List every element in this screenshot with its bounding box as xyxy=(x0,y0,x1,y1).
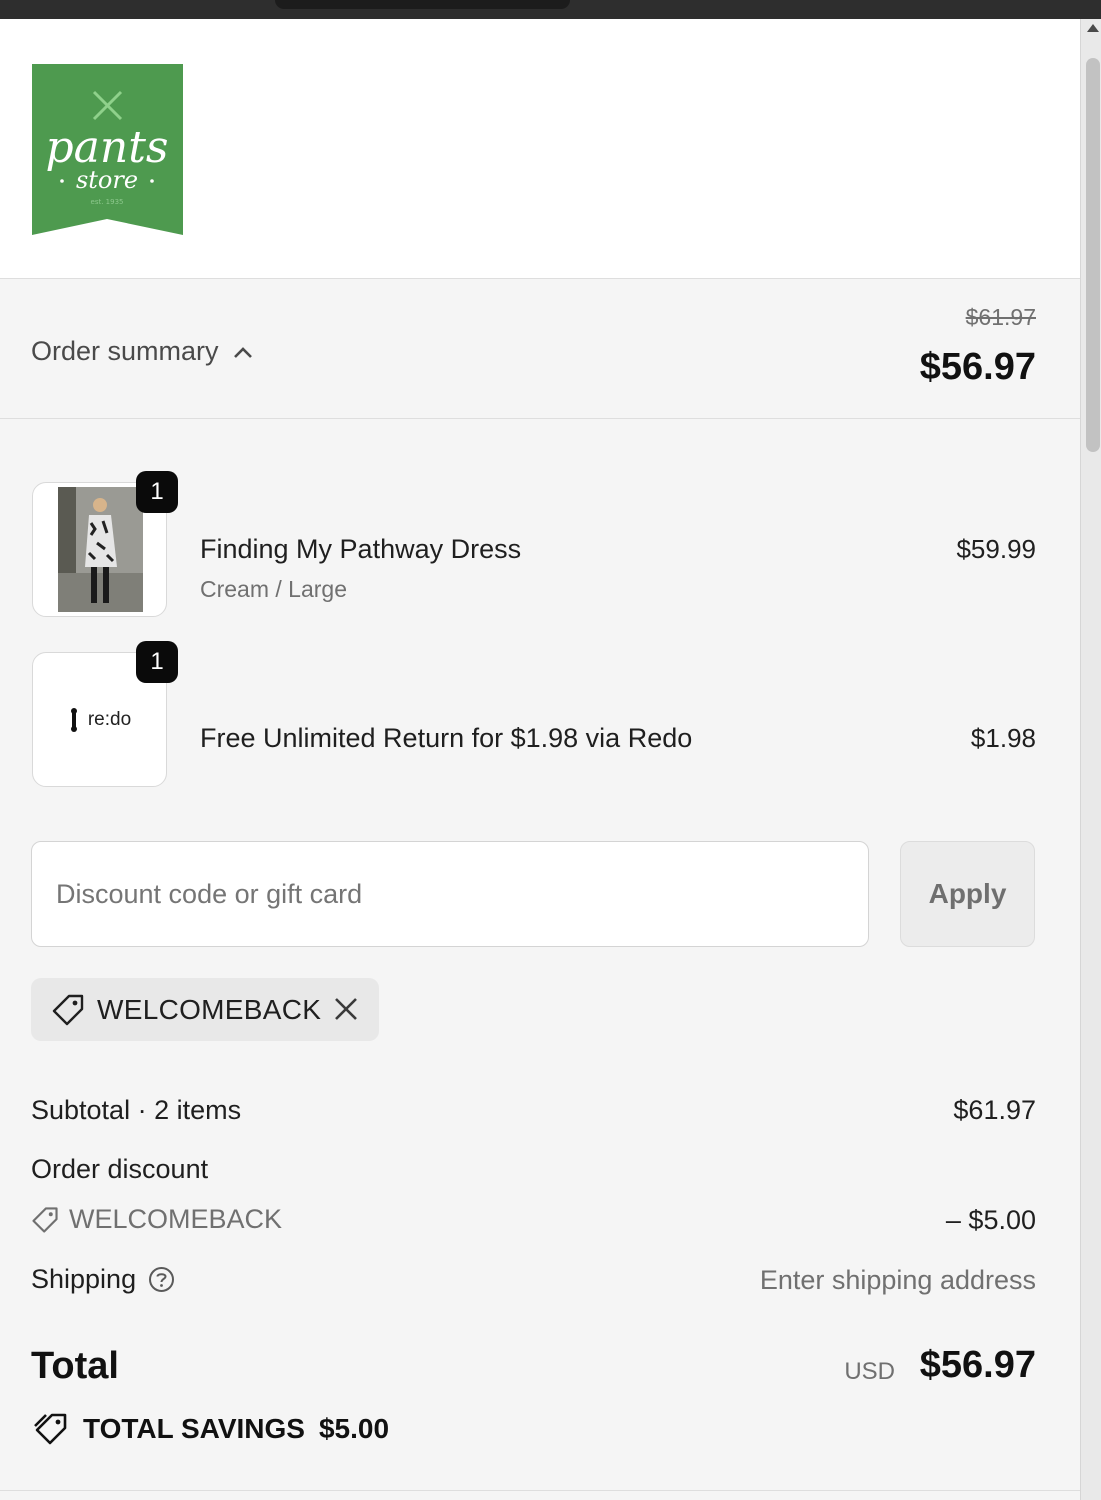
applied-code-text: WELCOMEBACK xyxy=(97,993,322,1025)
apply-discount-button[interactable]: Apply xyxy=(900,841,1035,947)
line-item: re:do 1 Free Unlimited Return for $1.98 … xyxy=(0,641,1080,792)
chevron-up-icon xyxy=(233,346,252,358)
applied-discount-tag: WELCOMEBACK xyxy=(31,978,379,1041)
order-discount-label: Order discount xyxy=(31,1154,209,1184)
total-savings: TOTAL SAVINGS $5.00 xyxy=(31,1412,389,1446)
checkout-page: pants store est. 1935 Order summary $61.… xyxy=(0,19,1080,1500)
subtotal-value: $61.97 xyxy=(953,1095,1036,1125)
redo-logo-text: re:do xyxy=(87,708,132,730)
line-item: 1 Finding My Pathway Dress Cream / Large… xyxy=(0,471,1080,622)
discount-value: – $5.00 xyxy=(945,1205,1036,1235)
discounted-total: $56.97 xyxy=(919,346,1036,388)
shipping-label: Shipping xyxy=(31,1264,137,1294)
scrollbar-thumb[interactable] xyxy=(1086,58,1100,452)
order-summary-bar: Order summary $61.97 $56.97 xyxy=(0,279,1080,419)
currency-code: USD xyxy=(844,1358,895,1385)
shipping-row: Shipping xyxy=(31,1264,175,1295)
tag-icon xyxy=(52,994,84,1025)
order-summary-label: Order summary xyxy=(31,336,219,366)
item-variant: Cream / Large xyxy=(200,576,348,602)
discount-code-label: WELCOMEBACK xyxy=(69,1204,283,1234)
store-logo[interactable]: pants store est. 1935 xyxy=(32,64,183,235)
item-price: $59.99 xyxy=(956,534,1036,564)
scroll-up-arrow-icon[interactable] xyxy=(1087,24,1099,32)
checkout-header: pants store est. 1935 xyxy=(0,19,1080,279)
remove-discount-icon[interactable] xyxy=(333,996,359,1022)
savings-tag-icon xyxy=(34,1413,67,1445)
help-icon[interactable] xyxy=(148,1266,175,1293)
discount-code-row: WELCOMEBACK xyxy=(31,1204,282,1235)
quantity-badge: 1 xyxy=(136,641,178,683)
browser-tab xyxy=(275,0,570,9)
savings-value: $5.00 xyxy=(318,1413,390,1444)
shipping-value: Enter shipping address xyxy=(759,1265,1036,1295)
order-summary-toggle[interactable]: Order summary xyxy=(31,336,253,367)
savings-label: TOTAL SAVINGS xyxy=(83,1413,305,1444)
browser-top-bar xyxy=(0,0,1101,19)
logo-subtext: store xyxy=(76,166,138,194)
discount-code-input[interactable] xyxy=(31,841,869,947)
subtotal-label: Subtotal · 2 items xyxy=(31,1095,242,1125)
divider xyxy=(0,1490,1080,1491)
item-name: Finding My Pathway Dress xyxy=(200,534,522,564)
item-name: Free Unlimited Return for $1.98 via Redo xyxy=(200,723,693,753)
item-price: $1.98 xyxy=(970,723,1036,753)
total-value: $56.97 xyxy=(919,1344,1036,1386)
quantity-badge: 1 xyxy=(136,471,178,513)
tag-icon xyxy=(32,1206,58,1233)
redo-mark-icon xyxy=(70,707,77,732)
total-label: Total xyxy=(31,1345,119,1387)
logo-since: est. 1935 xyxy=(91,198,124,206)
original-total: $61.97 xyxy=(965,304,1036,330)
